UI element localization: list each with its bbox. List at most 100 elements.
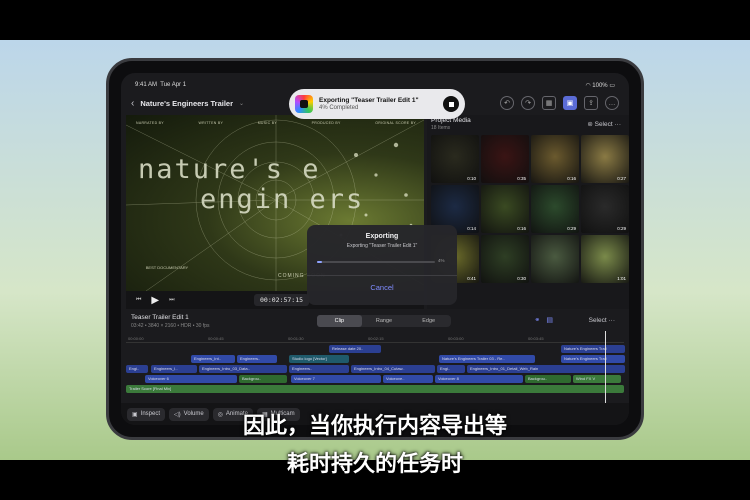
timeline-clip[interactable]: Nature's Engineers Trail: [561, 345, 625, 353]
thumbnail-duration: 0:27: [617, 176, 626, 181]
segment-range[interactable]: Range: [362, 315, 407, 327]
undo-icon[interactable]: ↶: [500, 96, 514, 110]
ipad-screen: 9:41 AM Tue Apr 1 ◠ 100% ▭ ‹ Nature's En…: [121, 73, 629, 425]
timeline-clip[interactable]: Studio logo [Vector]: [289, 355, 349, 363]
letterbox-top: [0, 0, 750, 40]
media-thumbnail[interactable]: 0:29: [531, 185, 579, 233]
export-pill-text: Exporting "Teaser Trailer Edit 1" 4% Com…: [319, 97, 443, 111]
ruler-tick: 00:00:45: [208, 336, 224, 341]
timeline-clip[interactable]: Voiceover 6: [145, 375, 237, 383]
thumbnail-grid: 0:10 0:35 0:16 0:27 0:14 0:16 0:29 0:29 0:41 0:30…: [431, 135, 629, 283]
skip-forward-icon[interactable]: ⏭: [169, 297, 174, 304]
timeline-clip[interactable]: Trailer Score [Final Mix]: [126, 385, 624, 393]
media-thumbnail[interactable]: [531, 235, 579, 283]
navigation-bar: ‹ Nature's Engineers Trailer ⌄: [131, 98, 244, 109]
media-thumbnail[interactable]: 0:35: [481, 135, 529, 183]
thumbnail-duration: 0:29: [617, 226, 626, 231]
status-bar-left: 9:41 AM Tue Apr 1: [135, 82, 186, 88]
ruler-tick: 00:03:00: [448, 336, 464, 341]
media-thumbnail[interactable]: 0:10: [431, 135, 479, 183]
timeline-select-label[interactable]: Select: [589, 317, 607, 324]
timeline-clip[interactable]: Engineers_Int..: [191, 355, 235, 363]
export-dialog: Exporting Exporting "Teaser Trailer Edit…: [307, 225, 457, 305]
dialog-divider: [307, 275, 457, 276]
select-label[interactable]: Select: [595, 121, 613, 128]
project-title[interactable]: Nature's Engineers Trailer: [140, 99, 233, 108]
edit-mode-segmented-control: Clip Range Edge: [317, 315, 451, 327]
link-icon[interactable]: ⚭: [535, 316, 541, 324]
stop-export-button[interactable]: [443, 96, 459, 112]
clip-appearance-icon[interactable]: ▤: [546, 316, 553, 324]
more-icon[interactable]: ···: [615, 121, 622, 128]
timeline-header: Teaser Trailer Edit 1 03:42 • 3840 × 216…: [121, 311, 629, 333]
back-chevron-icon[interactable]: ‹: [131, 98, 134, 109]
media-thumbnail[interactable]: 1:01: [581, 235, 629, 283]
timeline-clip[interactable]: Voiceover 7: [291, 375, 381, 383]
browser-header: Project Media 18 Items: [431, 117, 471, 131]
ruler-tick: 00:00:00: [128, 336, 144, 341]
media-thumbnail[interactable]: 0:30: [481, 235, 529, 283]
export-status-pill[interactable]: Exporting "Teaser Trailer Edit 1" 4% Com…: [289, 89, 465, 119]
movie-title-text: nature's e engin ers: [138, 155, 364, 215]
media-thumbnail[interactable]: 0:16: [531, 135, 579, 183]
timeline-clip[interactable]: Voiceove..: [383, 375, 433, 383]
export-progress-percent: 4%: [438, 258, 445, 263]
timeline-select-button[interactable]: Select ···: [589, 317, 615, 324]
timeline-clip[interactable]: Backgrou..: [239, 375, 287, 383]
timeline-clip[interactable]: Voiceover 8: [435, 375, 523, 383]
timeline-clip[interactable]: Engineers_Intro_01_Detail_Web_Rain: [467, 365, 625, 373]
wifi-icon: ◠: [585, 83, 591, 89]
export-pill-progress: 4% Completed: [319, 105, 359, 111]
caption-line-2: 耗时持久的任务时: [286, 452, 463, 477]
timeline-clip[interactable]: Wind FX V: [573, 375, 621, 383]
timeline-clip[interactable]: Engineers_Intro_04_Cutaw..: [351, 365, 435, 373]
timeline-clip[interactable]: Engi..: [437, 365, 465, 373]
segment-clip[interactable]: Clip: [317, 315, 362, 327]
final-cut-pro-icon: [295, 95, 313, 113]
timeline-clip[interactable]: Nature's Engineers Trailer 03 - Re..: [439, 355, 535, 363]
status-date: Tue Apr 1: [160, 82, 187, 88]
photos-browser-icon[interactable]: ▣: [563, 96, 577, 110]
timecode-display[interactable]: 00:02:57:15: [254, 294, 310, 306]
timeline-icons: ⚭ ▤: [535, 316, 554, 324]
timeline-ruler[interactable]: 00:00:00 00:00:45 00:01:30 00:02:15 00:0…: [126, 335, 624, 343]
thumbnail-duration: 0:14: [467, 226, 476, 231]
redo-icon[interactable]: ↷: [521, 96, 535, 110]
timeline-clip[interactable]: Backgrou..: [525, 375, 571, 383]
timeline-clip[interactable]: Engineers_I..: [151, 365, 197, 373]
thumbnail-duration: 0:30: [517, 276, 526, 281]
skip-back-icon[interactable]: ⏮: [136, 297, 141, 304]
ipad-device: 9:41 AM Tue Apr 1 ◠ 100% ▭ ‹ Nature's En…: [106, 58, 644, 440]
play-icon[interactable]: ▶: [151, 295, 159, 306]
filter-icon[interactable]: ⊜: [587, 121, 592, 128]
share-export-icon[interactable]: ⇪: [584, 96, 598, 110]
timeline-clip[interactable]: Engi..: [126, 365, 148, 373]
top-toolbar: ↶ ↷ ▦ ▣ ⇪ …: [500, 96, 619, 110]
battery-level: 100%: [592, 83, 608, 89]
laurel-text: BEST DOCUMENTARY: [145, 265, 189, 270]
timeline-clip[interactable]: Nature's Engineers Trail: [561, 355, 625, 363]
segment-edge[interactable]: Edge: [406, 315, 451, 327]
timeline-clip[interactable]: Engineers_Intro_03_Data..: [199, 365, 287, 373]
thumbnail-duration: 0:29: [567, 226, 576, 231]
title-line-2: engin ers: [200, 184, 365, 215]
more-icon[interactable]: ···: [609, 317, 616, 324]
caption-line-1: 因此，当你执行内容导出等: [242, 414, 507, 439]
cancel-button[interactable]: Cancel: [307, 283, 457, 292]
timeline-format: 03:42 • 3840 × 2160 • HDR • 30 fps: [131, 323, 210, 329]
media-thumbnail[interactable]: 0:16: [481, 185, 529, 233]
browser-select-button[interactable]: ⊜ Select ···: [587, 120, 621, 128]
playhead[interactable]: [605, 331, 606, 403]
more-options-icon[interactable]: …: [605, 96, 619, 110]
title-line-1: nature's e: [138, 154, 321, 185]
chevron-down-icon[interactable]: ⌄: [239, 100, 244, 107]
media-thumbnail[interactable]: 0:27: [581, 135, 629, 183]
timeline-clip[interactable]: Engineers..: [289, 365, 349, 373]
grid-view-icon[interactable]: ▦: [542, 96, 556, 110]
status-time: 9:41 AM: [135, 82, 158, 88]
media-thumbnail[interactable]: 0:29: [581, 185, 629, 233]
status-bar-right: ◠ 100% ▭: [585, 82, 615, 89]
stop-icon: [448, 101, 454, 107]
timeline-clip[interactable]: Engineers..: [237, 355, 277, 363]
timeline-clip[interactable]: Release date 20..: [329, 345, 381, 353]
